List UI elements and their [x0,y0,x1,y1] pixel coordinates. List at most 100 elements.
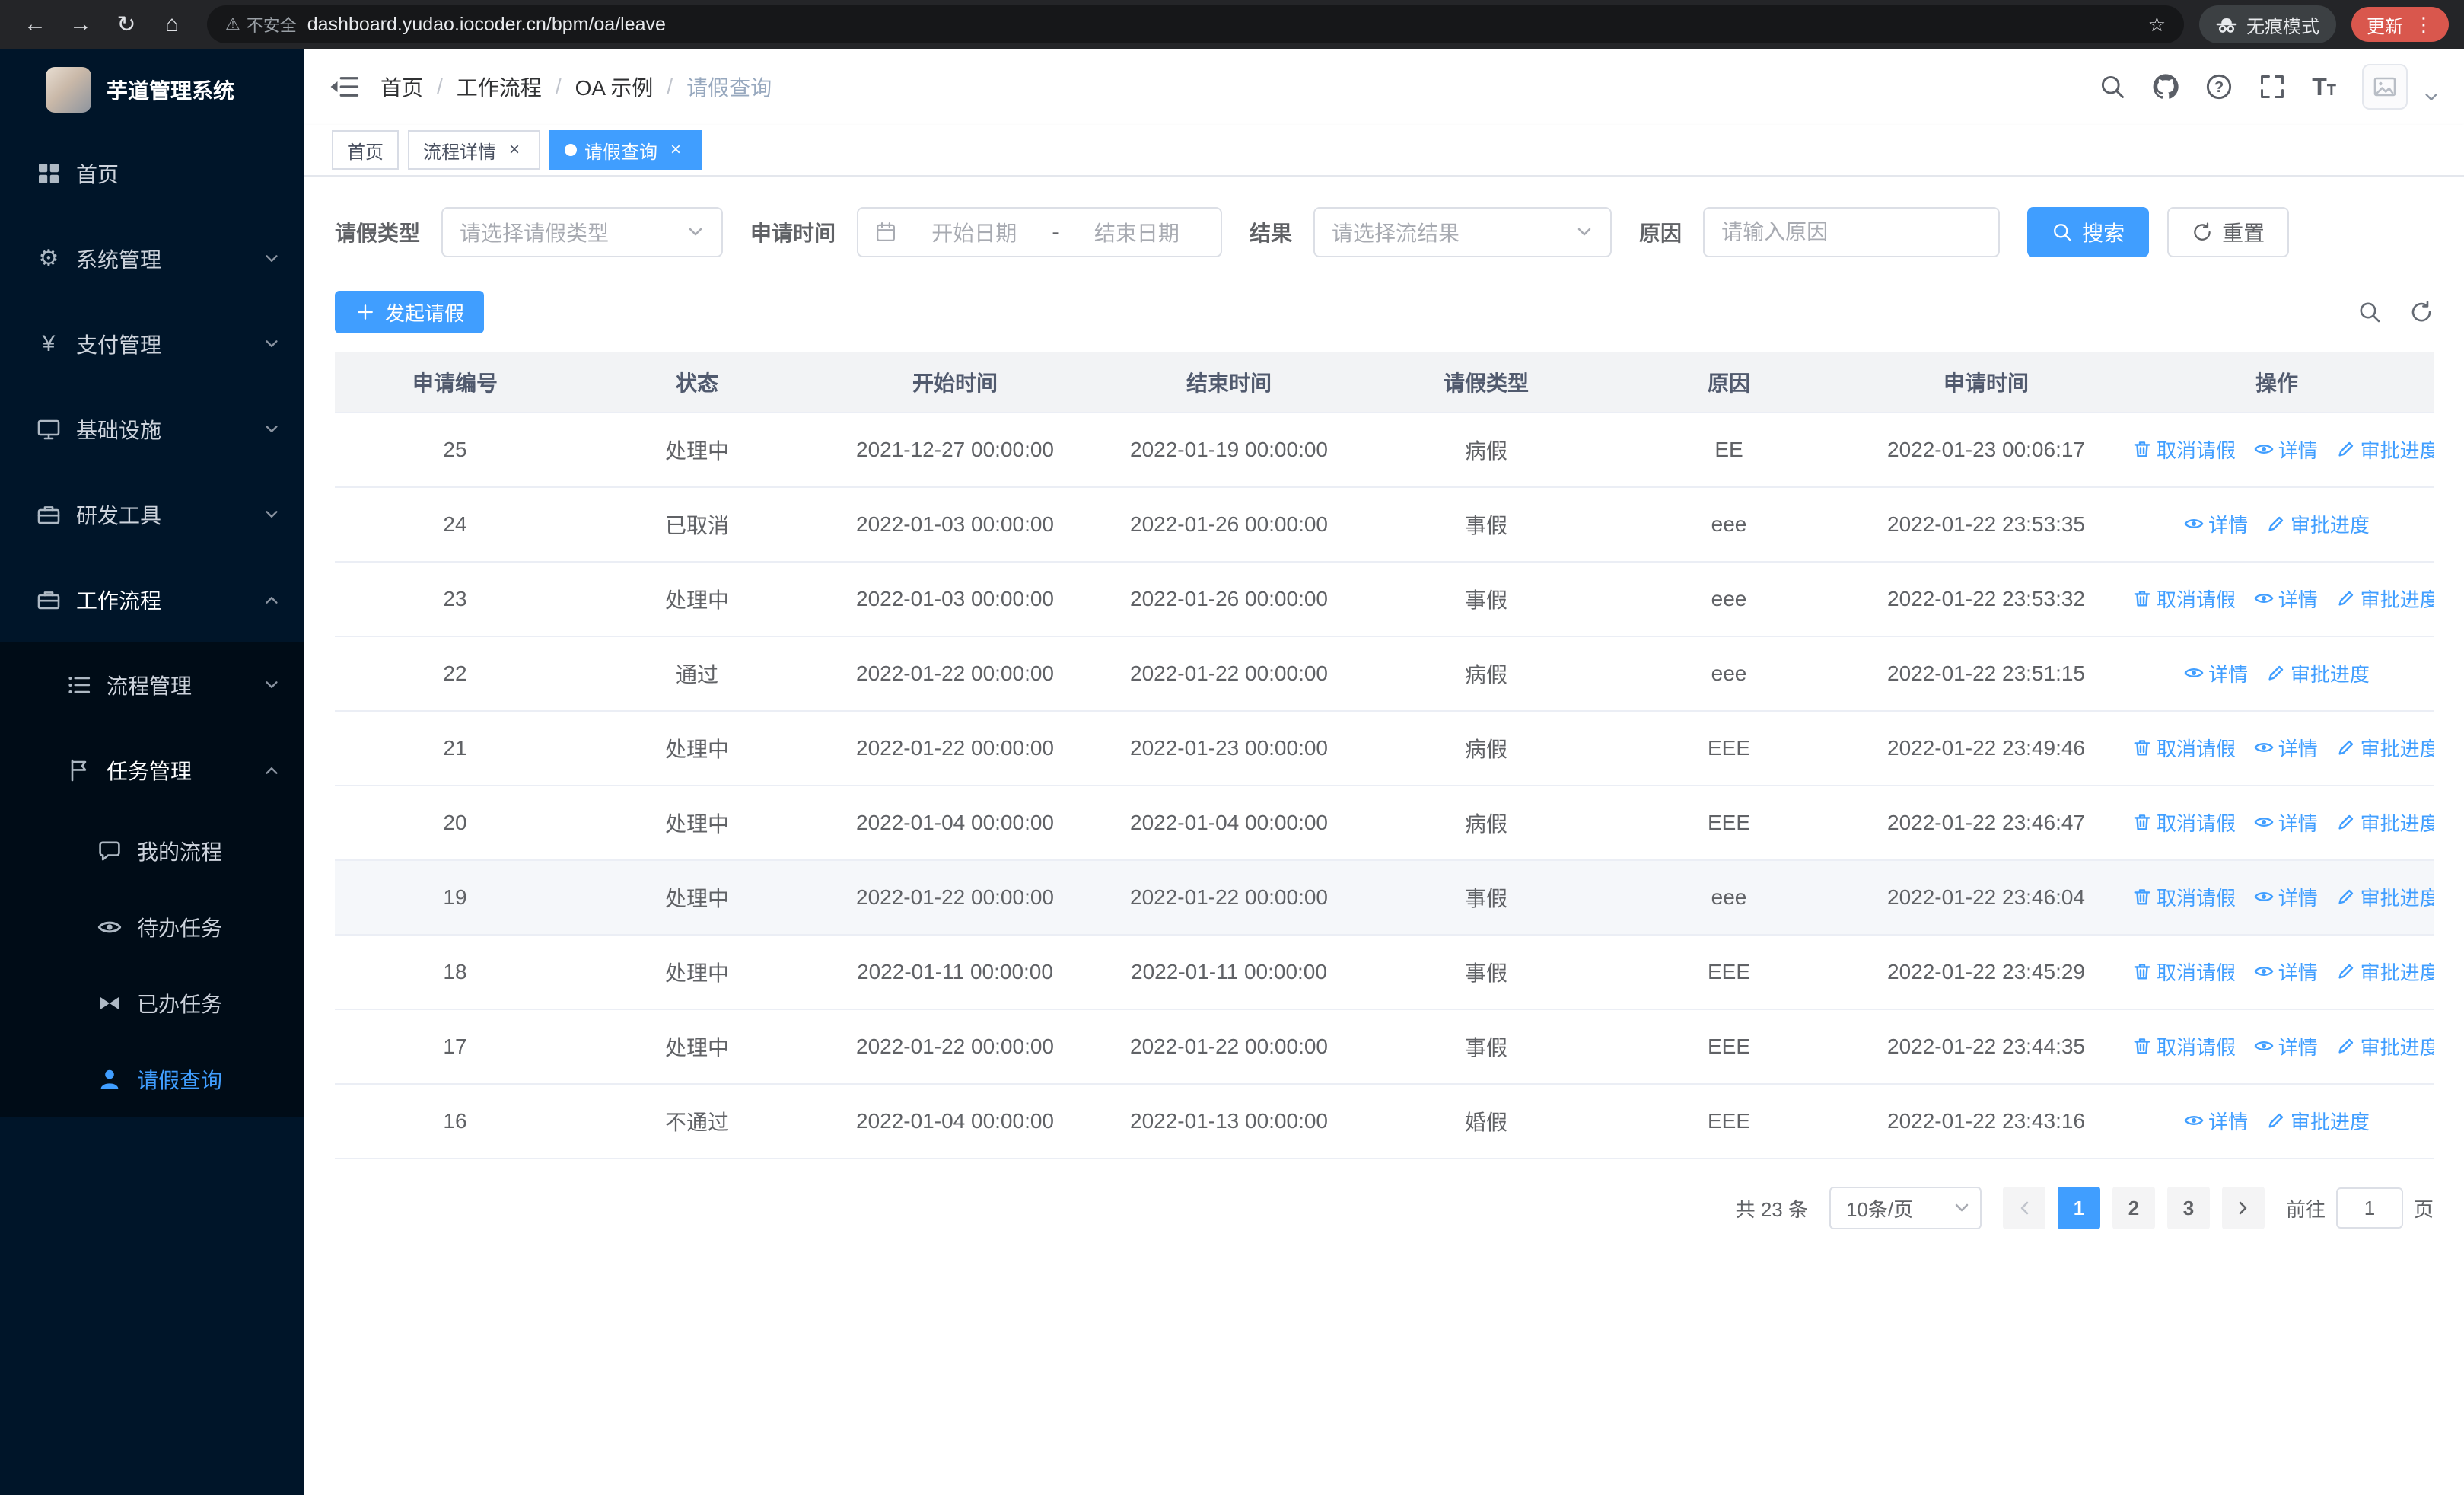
avatar[interactable] [2362,64,2408,110]
cancel-leave-link[interactable]: 取消请假 [2132,958,2236,986]
cell: 2022-01-22 00:00:00 [1091,1009,1367,1085]
goto-page-input[interactable] [2335,1187,2403,1229]
action-label: 取消请假 [2157,1035,2236,1059]
action-label: 详情 [2208,662,2249,686]
action-label: 取消请假 [2157,811,2236,835]
action-label: 审批进度 [2360,1035,2434,1059]
bookmark-star-icon[interactable]: ☆ [2148,13,2166,37]
sidebar-item-home[interactable]: 首页 [0,131,304,216]
sidebar-item-task-mgmt[interactable]: 任务管理 [0,728,304,813]
next-page-button[interactable] [2221,1187,2265,1229]
sidebar-item-done-tasks[interactable]: 已办任务 [0,965,304,1041]
progress-link[interactable]: 审批进度 [2266,510,2370,538]
close-icon[interactable]: × [504,139,525,161]
create-leave-button[interactable]: 发起请假 [335,291,485,333]
chevron-down-icon [263,506,280,523]
cancel-leave-link[interactable]: 取消请假 [2132,808,2236,837]
progress-link[interactable]: 审批进度 [2336,435,2434,464]
search-icon [2052,222,2073,243]
detail-link[interactable]: 详情 [2254,958,2318,986]
cell: 18 [335,935,575,1010]
cancel-leave-link[interactable]: 取消请假 [2132,435,2236,464]
leave-type-select[interactable]: 请选择请假类型 [441,207,724,257]
prev-page-button[interactable] [2002,1187,2045,1229]
breadcrumb-item[interactable]: 工作流程 [457,72,542,102]
row-actions: 取消请假 详情 审批进度 [2120,413,2434,488]
github-icon[interactable] [2152,73,2179,100]
action-label: 取消请假 [2157,961,2236,984]
reason-input[interactable] [1703,207,2001,257]
tab-home[interactable]: 首页 [332,130,399,170]
tab-leave-query[interactable]: 请假查询 × [549,130,702,170]
cell: 2022-01-22 23:49:46 [1852,711,2120,786]
sidebar-item-workflow[interactable]: 工作流程 [0,557,304,642]
progress-link[interactable]: 审批进度 [2336,883,2434,911]
cancel-leave-link[interactable]: 取消请假 [2132,734,2236,762]
collapse-sidebar-icon[interactable] [329,72,359,102]
result-select[interactable]: 请选择流结果 [1313,207,1612,257]
browser-home-icon[interactable]: ⌂ [152,5,192,44]
progress-link[interactable]: 审批进度 [2336,1032,2434,1060]
sidebar-item-my-process[interactable]: 我的流程 [0,813,304,889]
url-text[interactable]: dashboard.yudao.iocoder.cn/bpm/oa/leave [307,14,666,36]
detail-link[interactable]: 详情 [2254,1032,2318,1060]
detail-link[interactable]: 详情 [2184,510,2248,538]
trash-icon [2132,961,2152,981]
sidebar-item-process-mgmt[interactable]: 流程管理 [0,642,304,728]
image-placeholder-icon [2373,75,2397,99]
close-icon[interactable]: × [665,139,686,161]
progress-link[interactable]: 审批进度 [2336,808,2434,837]
cell: 事假 [1367,487,1606,563]
progress-link[interactable]: 审批进度 [2266,1107,2370,1135]
detail-link[interactable]: 详情 [2184,659,2248,687]
cell: 2022-01-03 00:00:00 [819,487,1091,563]
breadcrumb-item[interactable]: OA 示例 [575,72,654,102]
browser-back-icon[interactable]: ← [15,5,55,44]
plus-icon [355,301,376,323]
cancel-leave-link[interactable]: 取消请假 [2132,883,2236,911]
browser-reload-icon[interactable]: ↻ [107,5,146,44]
breadcrumb-item[interactable]: 首页 [380,72,423,102]
cancel-leave-link[interactable]: 取消请假 [2132,1032,2236,1060]
sidebar-item-devtools[interactable]: 研发工具 [0,472,304,557]
address-bar[interactable]: ⚠ 不安全 dashboard.yudao.iocoder.cn/bpm/oa/… [207,5,2184,43]
cancel-leave-link[interactable]: 取消请假 [2132,585,2236,613]
detail-link[interactable]: 详情 [2254,883,2318,911]
page-button-2[interactable]: 2 [2112,1187,2155,1229]
avatar-caret-icon[interactable] [2423,89,2440,106]
sidebar-item-system[interactable]: ⚙ 系统管理 [0,216,304,301]
progress-link[interactable]: 审批进度 [2336,958,2434,986]
chevron-down-icon [686,223,705,241]
font-size-icon[interactable]: T T [2312,73,2336,101]
browser-menu-icon[interactable]: ⋮ [2414,13,2434,37]
detail-link[interactable]: 详情 [2254,734,2318,762]
browser-forward-icon[interactable]: → [61,5,100,44]
detail-link[interactable]: 详情 [2254,808,2318,837]
search-button[interactable]: 搜索 [2027,207,2150,257]
progress-link[interactable]: 审批进度 [2336,585,2434,613]
detail-link[interactable]: 详情 [2184,1107,2248,1135]
page-button-3[interactable]: 3 [2166,1187,2210,1229]
sidebar-item-payment[interactable]: ¥ 支付管理 [0,301,304,387]
sidebar-item-todo-tasks[interactable]: 待办任务 [0,889,304,965]
fullscreen-icon[interactable] [2259,73,2286,100]
detail-link[interactable]: 详情 [2254,435,2318,464]
tab-process-detail[interactable]: 流程详情 × [408,130,540,170]
refresh-table-icon[interactable] [2409,300,2434,324]
reset-button[interactable]: 重置 [2167,207,2290,257]
date-range-picker[interactable]: 开始日期 - 结束日期 [857,207,1223,257]
page-button-1[interactable]: 1 [2057,1187,2100,1229]
help-icon[interactable] [2205,73,2233,100]
search-icon[interactable] [2099,73,2126,100]
progress-link[interactable]: 审批进度 [2336,734,2434,762]
detail-link[interactable]: 详情 [2254,585,2318,613]
progress-link[interactable]: 审批进度 [2266,659,2370,687]
sidebar-item-infrastructure[interactable]: 基础设施 [0,387,304,472]
main-area: 首页 / 工作流程 / OA 示例 / 请假查询 T T 首页 流程详情 × 请… [304,49,2464,1495]
browser-update-button[interactable]: 更新 ⋮ [2351,7,2449,42]
toggle-search-icon[interactable] [2357,300,2382,324]
logo[interactable]: 芋道管理系统 [0,49,304,131]
security-warning[interactable]: ⚠ 不安全 [225,12,297,37]
sidebar-item-leave-query[interactable]: 请假查询 [0,1041,304,1117]
page-size-select[interactable]: 10条/页 [1829,1187,1982,1229]
